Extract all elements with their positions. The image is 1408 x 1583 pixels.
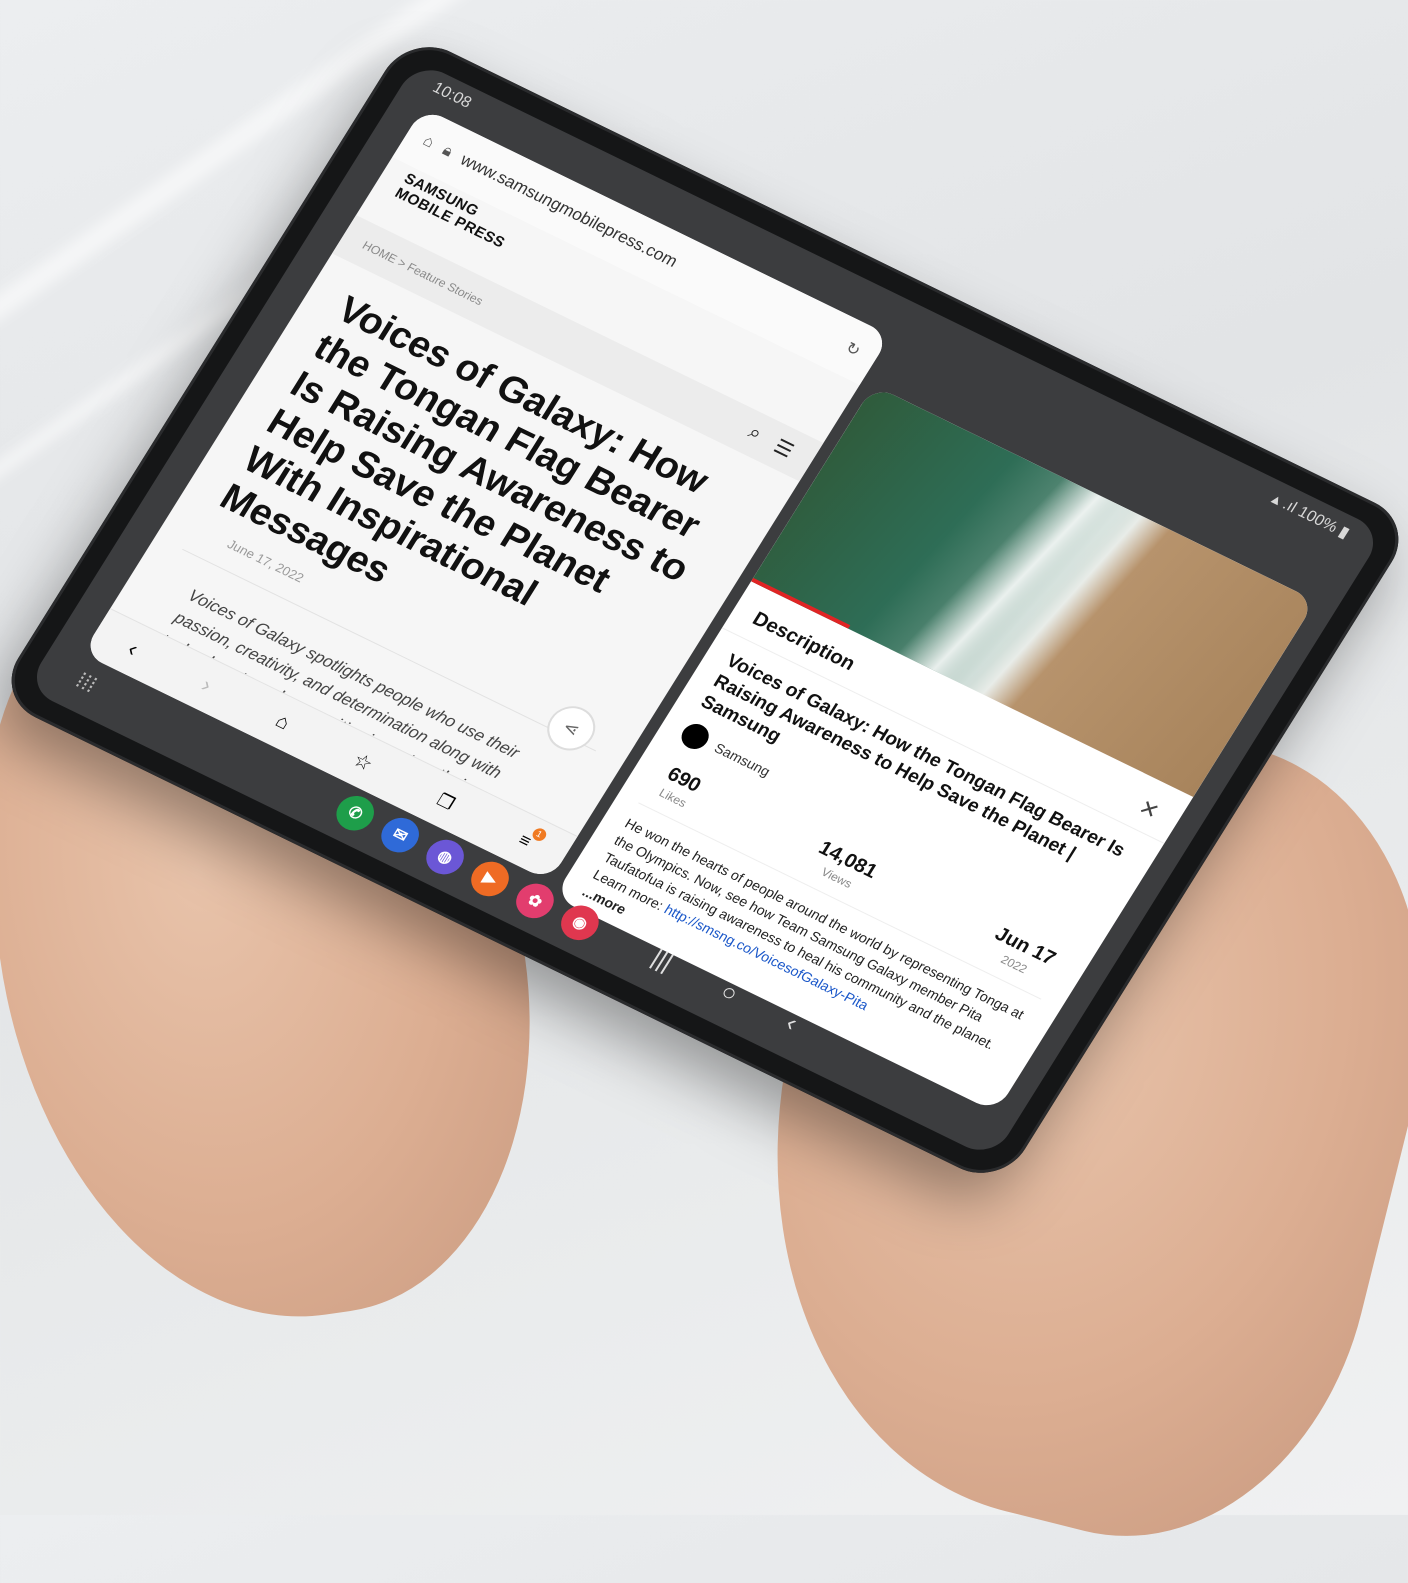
phone-app-icon[interactable]: ✆: [329, 789, 381, 837]
date-stat: Jun 17 2022: [982, 923, 1060, 984]
home-button-icon[interactable]: ○: [715, 978, 743, 1008]
home-icon[interactable]: ⌂: [419, 133, 438, 153]
share-icon: ⋖: [559, 716, 584, 740]
camera-app-icon[interactable]: ◉: [554, 899, 606, 947]
status-time: 10:08: [429, 79, 475, 112]
about-icon: ▣: [751, 1068, 771, 1087]
search-icon[interactable]: ⌕: [743, 421, 766, 447]
back-icon[interactable]: ‹: [123, 636, 143, 661]
tabs-icon[interactable]: ❐: [433, 789, 459, 814]
gallery-app-icon[interactable]: ✿: [509, 877, 561, 925]
video-icon: ▷: [553, 966, 561, 984]
channel-name[interactable]: Samsung: [712, 740, 774, 780]
likes-stat: 690 Likes: [654, 763, 704, 811]
forward-icon[interactable]: ›: [196, 672, 217, 697]
lock-icon: 🔒︎: [439, 142, 456, 161]
recents-icon[interactable]: |||: [646, 945, 678, 977]
close-icon[interactable]: ✕: [1133, 795, 1164, 825]
refresh-icon[interactable]: ↻: [842, 338, 865, 361]
tools-icon[interactable]: ≡ 1: [515, 825, 549, 852]
channel-avatar[interactable]: [676, 719, 714, 754]
notification-badge: 1: [529, 825, 549, 843]
app-drawer-icon[interactable]: ⁞⁞⁞: [71, 668, 101, 698]
internet-app-icon[interactable]: ◍: [419, 833, 471, 881]
back-button-icon[interactable]: ‹: [780, 1010, 803, 1037]
messages-app-icon[interactable]: ✉: [374, 811, 426, 859]
menu-icon[interactable]: ☰: [769, 434, 798, 463]
play-store-app-icon[interactable]: ▶: [464, 855, 516, 903]
bookmark-icon[interactable]: ☆: [349, 747, 378, 776]
home-icon[interactable]: ⌂: [271, 710, 295, 735]
video-frame-surf: [897, 477, 1136, 688]
battery-indicator: ▴ .ıl 100% ▮: [1268, 489, 1354, 543]
videos-label: VIDEOS: [559, 975, 612, 1010]
views-stat: 14,081 Views: [805, 837, 882, 897]
